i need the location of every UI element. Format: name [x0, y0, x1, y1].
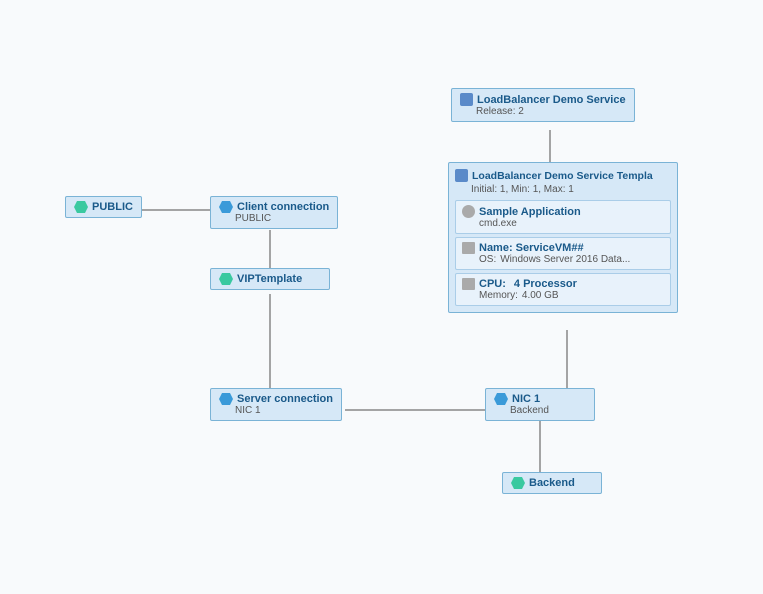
app-icon [462, 205, 475, 218]
server-connection-title: Server connection [219, 393, 333, 405]
cpu-value: 4 Processor [514, 278, 577, 290]
loadbalancer-title: LoadBalancer Demo Service [460, 93, 626, 106]
vm-os-label: OS: [479, 254, 496, 265]
nic1-node[interactable]: NIC 1 Backend [485, 388, 595, 421]
server-connection-sub: NIC 1 [219, 405, 333, 416]
nic1-title: NIC 1 [494, 393, 586, 405]
vip-icon [219, 273, 233, 285]
vip-template-title: VIPTemplate [219, 273, 321, 285]
server-connection-node[interactable]: Server connection NIC 1 [210, 388, 342, 421]
vm-os-row: OS: Windows Server 2016 Data... [462, 254, 664, 265]
memory-row: Memory: 4.00 GB [462, 290, 664, 301]
lb-template-icon [455, 169, 468, 182]
loadbalancer-sub: Release: 2 [460, 106, 626, 117]
cpu-section: CPU: 4 Processor Memory: 4.00 GB [455, 273, 671, 306]
vip-template-node[interactable]: VIPTemplate [210, 268, 330, 290]
client-connection-node[interactable]: Client connection PUBLIC [210, 196, 338, 229]
cpu-row: CPU: 4 Processor [462, 278, 664, 290]
lb-template-node[interactable]: LoadBalancer Demo Service Templa Initial… [448, 162, 678, 313]
vm-section: Name: ServiceVM## OS: Windows Server 201… [455, 237, 671, 270]
template-sub1: Initial: 1, Min: 1, Max: 1 [455, 184, 671, 195]
app-section: Sample Application cmd.exe [455, 200, 671, 234]
cpu-icon [462, 278, 475, 290]
client-icon [219, 201, 233, 213]
app-sub: cmd.exe [462, 218, 664, 229]
memory-label: Memory: [479, 290, 518, 301]
public-title: PUBLIC [74, 201, 133, 213]
client-connection-title: Client connection [219, 201, 329, 213]
public-node[interactable]: PUBLIC [65, 196, 142, 218]
nic1-sub: Backend [494, 405, 586, 416]
vm-os-value: Windows Server 2016 Data... [500, 254, 630, 265]
loadbalancer-node[interactable]: LoadBalancer Demo Service Release: 2 [451, 88, 635, 122]
app-title-row: Sample Application [462, 205, 664, 218]
public-icon [74, 201, 88, 213]
diagram-canvas: LoadBalancer Demo Service Release: 2 PUB… [0, 0, 763, 594]
lb-icon [460, 93, 473, 106]
vm-icon [462, 242, 475, 254]
lb-template-title: LoadBalancer Demo Service Templa [455, 169, 671, 182]
memory-value: 4.00 GB [522, 290, 559, 301]
server-icon [219, 393, 233, 405]
backend-node[interactable]: Backend [502, 472, 602, 494]
backend-icon [511, 477, 525, 489]
client-connection-sub: PUBLIC [219, 213, 329, 224]
backend-title: Backend [511, 477, 593, 489]
vm-name-row: Name: ServiceVM## [462, 242, 664, 254]
nic1-icon [494, 393, 508, 405]
